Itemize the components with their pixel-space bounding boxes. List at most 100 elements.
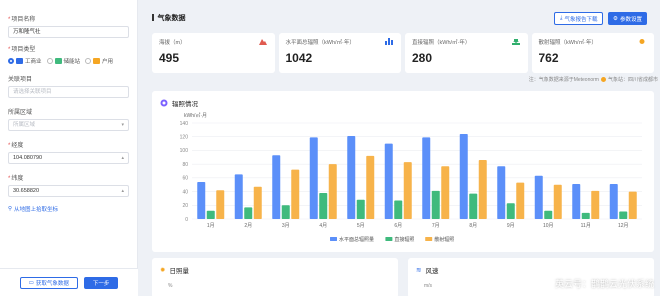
stat-value: 762 [538, 51, 559, 65]
y-axis-label: kWh/㎡·月 [184, 112, 207, 119]
bar-direct [394, 200, 403, 219]
bar-horizontal [497, 166, 506, 219]
stat-cards: 海拔（m） 495 水平面总辐照（kWh/㎡·年） 1042 直接辐照（kWh/… [152, 33, 654, 73]
gear-icon: ⚙ [613, 15, 618, 22]
radio-household[interactable]: 户用 [85, 57, 113, 65]
bar-diffuse [366, 155, 375, 219]
bar-direct [431, 190, 440, 219]
bar-direct [581, 212, 590, 219]
stat-card-altitude: 海拔（m） 495 [152, 33, 275, 73]
bar-diffuse [628, 191, 637, 219]
weather-station-icon [600, 77, 606, 82]
weather-main: 气象数据 ⤓ 气象报告下载 ⚙ 参数设置 海拔（m） 495 水平面总辐照（kW… [146, 0, 660, 296]
sunshine-panel: ✹ 日照量 % [152, 258, 398, 296]
radio-dot [46, 58, 53, 64]
project-type-label: *项目类型 [8, 47, 36, 53]
watermark: 英云号：鹊鹊云光伏系统 [554, 279, 654, 289]
wind-panel-title: ≋ 风速 [416, 267, 439, 275]
irradiation-chart-panel: 辐照情况 kWh/㎡·月 0 20 40 60 80 100 120 140 1月 2月 3月 4月 5月… [152, 91, 654, 252]
stepper-icon[interactable]: ▴ [121, 188, 124, 195]
next-step-button[interactable]: 下一步 [83, 276, 119, 289]
irradiation-bar-chart: kWh/㎡·月 0 20 40 60 80 100 120 140 1月 2月 3月 4月 5月 6月 7月 8… [180, 112, 642, 243]
region-label: 所属区域 [8, 110, 33, 116]
y-tick-label: 80 [182, 162, 188, 168]
house-icon [93, 58, 101, 64]
data-source-note: 注：气象数据来源于Meteonorm 气象站：四川省成都市 [528, 77, 658, 83]
bar-direct [619, 211, 628, 219]
bar-horizontal [234, 174, 243, 219]
bar-diffuse [253, 186, 262, 219]
longitude-input[interactable]: 104.080790 ▴ [8, 152, 129, 164]
x-tick-label: 12月 [618, 223, 629, 229]
download-icon [511, 39, 520, 45]
x-tick-label: 9月 [507, 223, 515, 229]
legend-label: 水平面总辐照量 [339, 236, 374, 243]
bar-direct [244, 207, 253, 219]
bar-horizontal [609, 184, 618, 219]
fetch-weather-button[interactable]: ▭ 获取气象数据 [19, 276, 78, 289]
legend-label: 散射辐照 [434, 236, 454, 243]
related-project-select[interactable]: 请选择关联项目 [8, 86, 129, 98]
bar-horizontal [422, 137, 431, 219]
stepper-icon[interactable]: ▴ [121, 155, 124, 162]
related-project-label: 关联项目 [8, 77, 33, 83]
bar-diffuse [216, 190, 225, 219]
radio-dot [85, 58, 92, 64]
x-tick-label: 8月 [469, 223, 477, 229]
x-tick-label: 10月 [543, 223, 554, 229]
bar-diffuse [441, 166, 450, 219]
sun-icon [639, 39, 645, 44]
bar-diffuse [516, 182, 525, 219]
x-tick-label: 3月 [282, 223, 290, 229]
x-tick-label: 1月 [207, 223, 215, 229]
mountain-icon [258, 39, 267, 45]
bar-diffuse [403, 162, 412, 219]
wind-unit: m/s [424, 283, 433, 289]
sunshine-panel-title: ✹ 日照量 [160, 267, 189, 275]
legend-swatch [330, 237, 337, 241]
download-report-button[interactable]: ⤓ 气象报告下载 [554, 12, 604, 25]
region-select[interactable]: 所属区域 ▾ [8, 119, 129, 131]
sun-icon: ✹ [160, 267, 166, 274]
bar-horizontal [309, 137, 318, 219]
project-form-panel: *项目名称 万和隆气社 *项目类型 工商业 储能站 户用 关联项目 请选择关联项… [0, 0, 138, 296]
radio-dot-selected [8, 58, 14, 64]
radio-commercial[interactable]: 工商业 [8, 57, 42, 65]
wind-icon: ≋ [416, 267, 422, 274]
bar-horizontal [534, 175, 543, 219]
x-tick-label: 4月 [319, 223, 327, 229]
bar-diffuse [553, 184, 562, 219]
bar-horizontal [272, 155, 281, 219]
form-action-bar: ▭ 获取气象数据 下一步 [0, 268, 138, 296]
x-tick-label: 11月 [581, 223, 591, 229]
project-name-input[interactable]: 万和隆气社 [8, 26, 129, 38]
latitude-input[interactable]: 30.658820 ▴ [8, 185, 129, 197]
stat-label: 直接辐照（kWh/㎡·年） [412, 40, 471, 46]
bar-direct [281, 205, 290, 219]
battery-icon [54, 58, 62, 64]
latitude-label: *纬度 [8, 176, 24, 182]
bar-direct [506, 203, 515, 219]
legend-swatch [385, 237, 393, 241]
bar-horizontal [347, 136, 356, 219]
bar-horizontal [384, 143, 393, 219]
project-type-radio-group: 工商业 储能站 户用 [8, 57, 129, 65]
x-tick-label: 5月 [357, 223, 365, 229]
stat-value: 1042 [285, 51, 313, 65]
radio-storage[interactable]: 储能站 [46, 57, 80, 65]
pick-from-map-link[interactable]: ⚲ 从地图上拾取坐标 [8, 205, 129, 213]
building-icon [16, 58, 23, 64]
y-tick-label: 40 [182, 189, 188, 195]
folder-icon: ▭ [28, 279, 34, 286]
bar-diffuse [478, 160, 487, 219]
sunshine-unit: % [168, 283, 173, 289]
y-tick-label: 0 [185, 217, 188, 223]
stat-card-horizontal-irradiation: 水平面总辐照（kWh/㎡·年） 1042 [278, 33, 401, 73]
bar-diffuse [291, 169, 300, 219]
bar-diffuse [591, 190, 600, 219]
stat-value: 495 [159, 51, 180, 65]
parameter-settings-button[interactable]: ⚙ 参数设置 [608, 12, 647, 25]
y-tick-label: 120 [180, 135, 189, 141]
page-title: 气象数据 [152, 13, 186, 23]
stat-card-direct-irradiation: 直接辐照（kWh/㎡·年） 280 [405, 33, 528, 73]
